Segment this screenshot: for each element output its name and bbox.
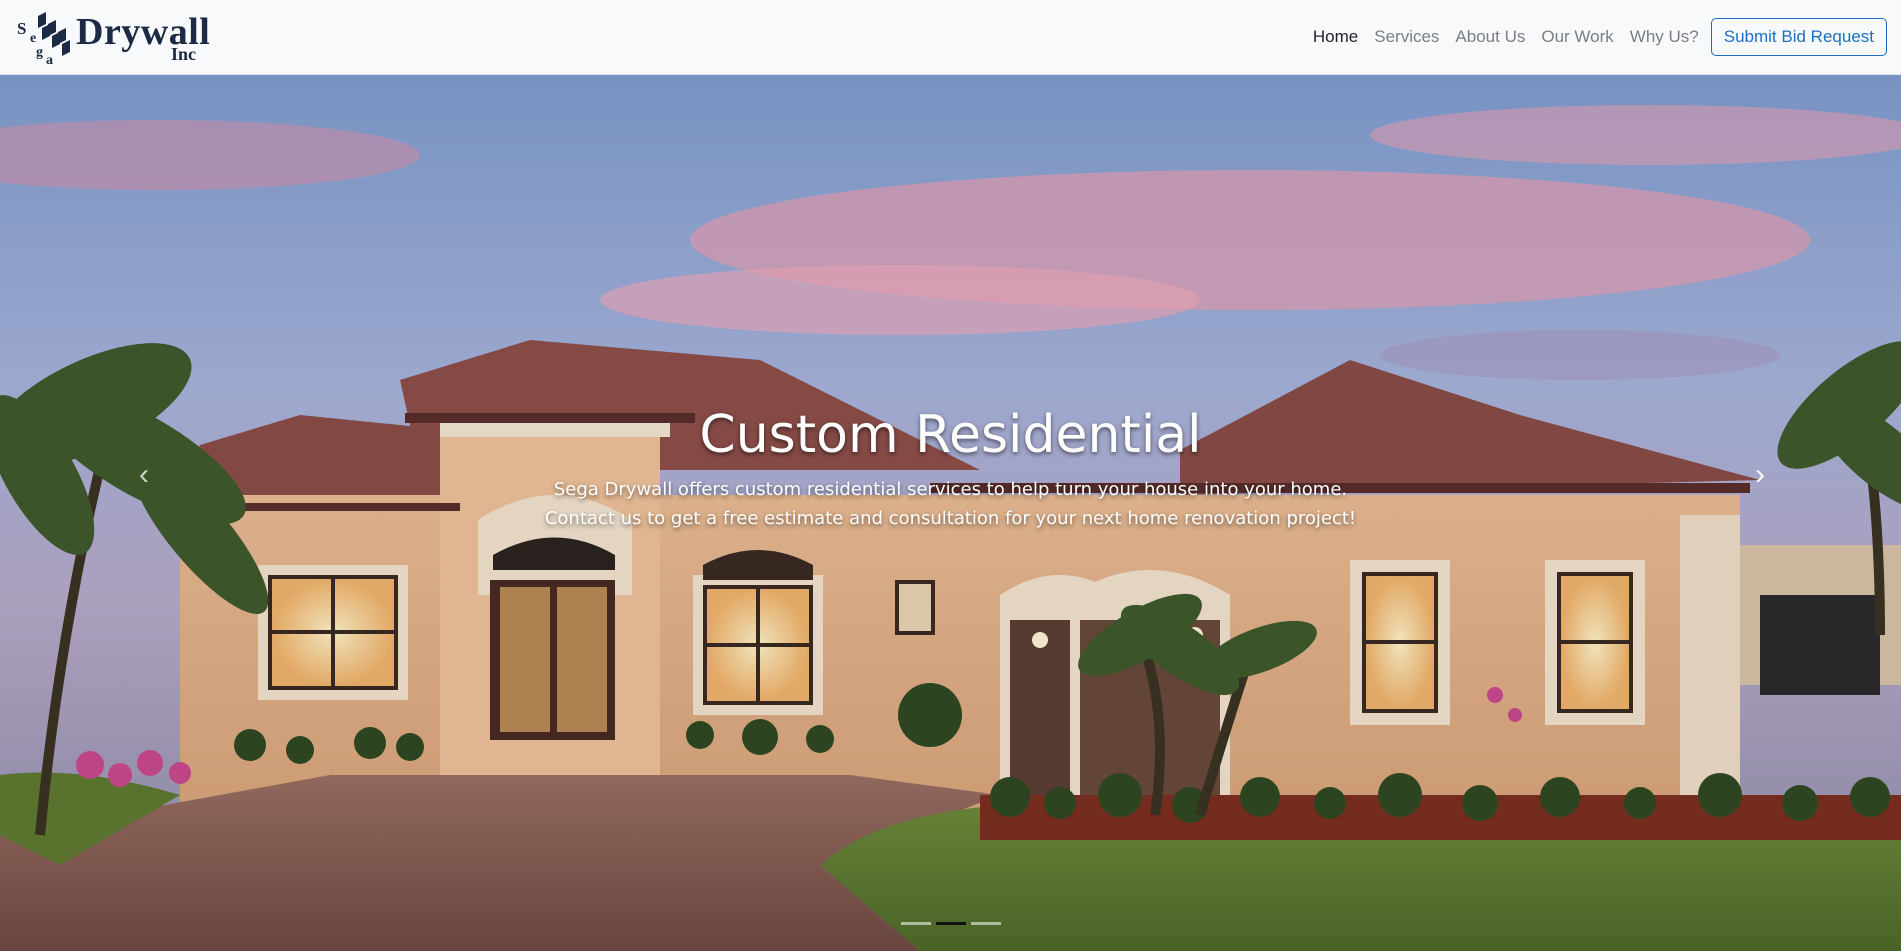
logo-letter: S [17,19,26,38]
brand-suffix: Inc [171,44,197,64]
logo-letter: a [46,53,53,64]
nav-item-our-work[interactable]: Our Work [1533,27,1621,47]
nav-item-services[interactable]: Services [1366,27,1447,47]
chevron-right-icon: › [1755,458,1765,491]
chevron-left-icon: ‹ [139,458,149,491]
logo-letter: g [36,45,43,60]
carousel-indicator-1[interactable] [900,922,931,925]
carousel-prev-button[interactable]: ‹ [124,455,164,495]
nav-item-about-us[interactable]: About Us [1447,27,1533,47]
nav-links: Home Services About Us Our Work Why Us? … [1305,18,1887,56]
nav-item-home[interactable]: Home [1305,27,1366,47]
brand-logo[interactable]: S e g a Drywall Inc [16,8,210,64]
carousel-next-button[interactable]: › [1740,455,1780,495]
submit-bid-request-button[interactable]: Submit Bid Request [1710,18,1887,56]
logo-letter: e [30,31,36,46]
hero-title: Custom Residential [699,405,1202,465]
hero-description-line-1: Sega Drywall offers custom residential s… [553,479,1348,500]
hero-description: Sega Drywall offers custom residential s… [0,475,1901,533]
hero-carousel: Custom Residential Sega Drywall offers c… [0,75,1901,951]
nav-item-why-us[interactable]: Why Us? [1622,27,1707,47]
carousel-indicator-2[interactable] [935,922,966,925]
carousel-indicator-3[interactable] [970,922,1001,925]
hero-description-line-2: Contact us to get a free estimate and co… [544,508,1357,529]
carousel-caption: Custom Residential Sega Drywall offers c… [0,403,1901,533]
carousel-indicators [0,922,1901,925]
navbar: S e g a Drywall Inc Home Services About … [0,0,1901,75]
sega-logo-mark-icon: S e g a [17,12,70,64]
